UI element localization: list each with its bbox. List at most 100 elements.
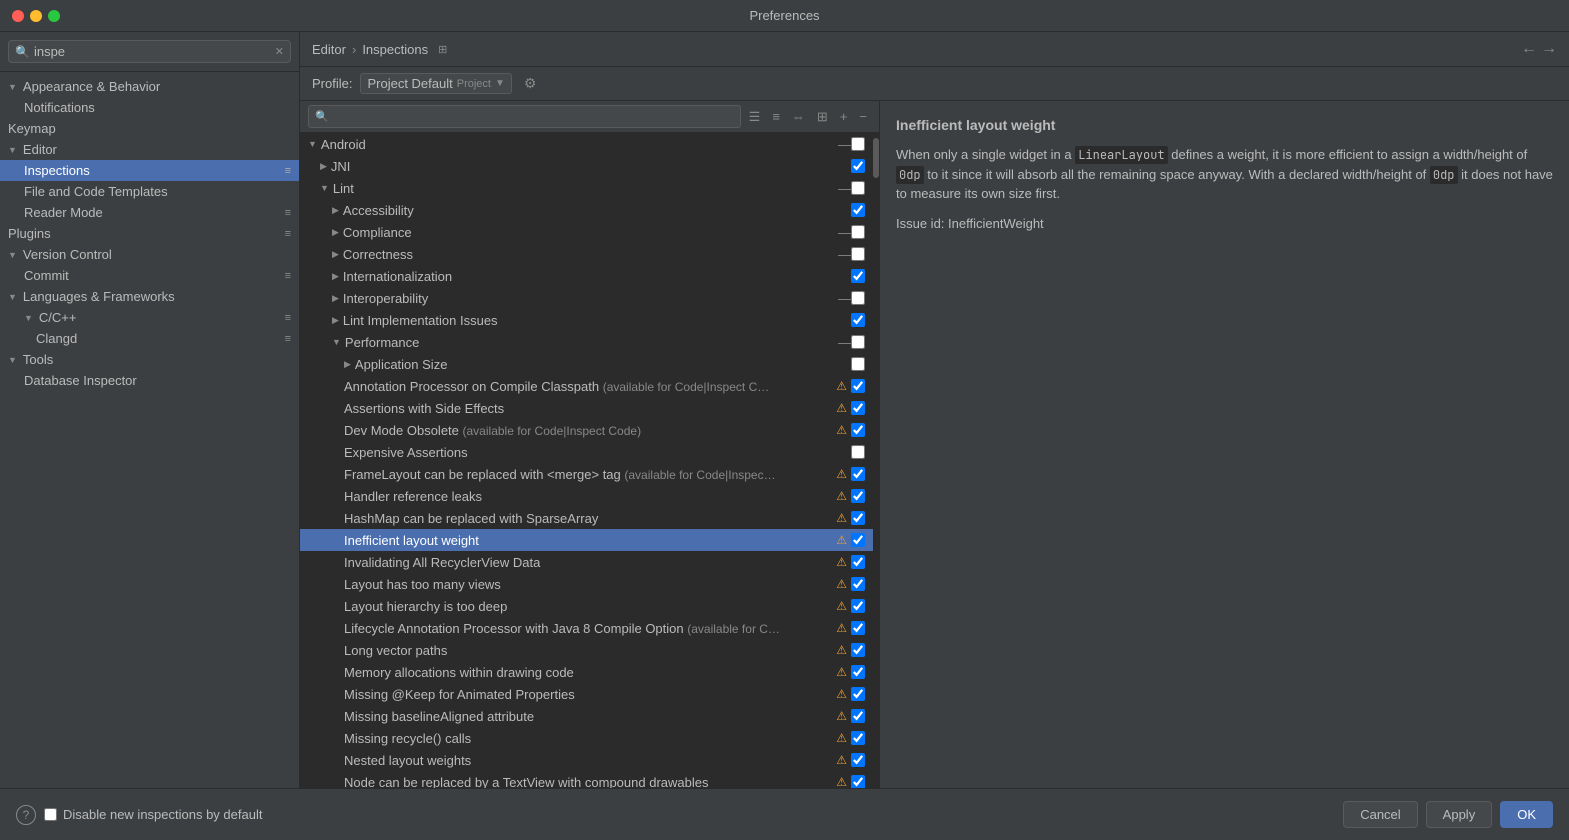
insp-checkbox[interactable]	[851, 489, 865, 503]
group-checkbox-i18n[interactable]	[851, 269, 865, 283]
insp-checkbox[interactable]	[851, 665, 865, 679]
group-checkbox-app-size[interactable]	[851, 357, 865, 371]
insp-checkbox[interactable]	[851, 423, 865, 437]
group-button[interactable]: ⊞	[813, 107, 832, 127]
ok-button[interactable]: OK	[1500, 801, 1553, 828]
clear-icon[interactable]: ✕	[275, 45, 284, 58]
insp-row-memory-alloc[interactable]: Memory allocations within drawing code ⚠	[300, 661, 873, 683]
group-performance[interactable]: ▼ Performance —	[300, 331, 873, 353]
group-checkbox-compliance[interactable]	[851, 225, 865, 239]
insp-checkbox[interactable]	[851, 577, 865, 591]
insp-row-expensive-assertions[interactable]: Expensive Assertions	[300, 441, 873, 463]
remove-button[interactable]: −	[855, 107, 871, 126]
sidebar-item-inspections[interactable]: Inspections ≡	[0, 160, 299, 181]
sidebar-item-plugins[interactable]: Plugins ≡	[0, 223, 299, 244]
insp-row-assertions[interactable]: Assertions with Side Effects ⚠	[300, 397, 873, 419]
disable-new-inspections-checkbox[interactable]	[44, 808, 57, 821]
group-accessibility[interactable]: ▶ Accessibility	[300, 199, 873, 221]
group-correctness[interactable]: ▶ Correctness —	[300, 243, 873, 265]
insp-checkbox[interactable]	[851, 467, 865, 481]
group-android[interactable]: ▼ Android —	[300, 133, 873, 155]
group-checkbox-correctness[interactable]	[851, 247, 865, 261]
insp-checkbox[interactable]	[851, 753, 865, 767]
insp-checkbox[interactable]	[851, 511, 865, 525]
insp-row-missing-keep[interactable]: Missing @Keep for Animated Properties ⚠	[300, 683, 873, 705]
insp-row-missing-recycle[interactable]: Missing recycle() calls ⚠	[300, 727, 873, 749]
insp-row-annot-proc[interactable]: Annotation Processor on Compile Classpat…	[300, 375, 873, 397]
group-checkbox-performance[interactable]	[851, 335, 865, 349]
sidebar-item-languages-frameworks[interactable]: ▼ Languages & Frameworks	[0, 286, 299, 307]
filter-button[interactable]: ☰	[745, 107, 765, 127]
cancel-button[interactable]: Cancel	[1343, 801, 1417, 828]
scrollbar[interactable]	[873, 133, 879, 840]
insp-checkbox[interactable]	[851, 599, 865, 613]
insp-row-long-vector[interactable]: Long vector paths ⚠	[300, 639, 873, 661]
group-checkbox-interop[interactable]	[851, 291, 865, 305]
insp-checkbox[interactable]	[851, 379, 865, 393]
sidebar-item-file-code-templates[interactable]: File and Code Templates	[0, 181, 299, 202]
insp-checkbox[interactable]	[851, 621, 865, 635]
profile-settings-button[interactable]: ⚙	[520, 73, 541, 94]
insp-checkbox[interactable]	[851, 731, 865, 745]
insp-row-framelayout[interactable]: FrameLayout can be replaced with <merge>…	[300, 463, 873, 485]
group-i18n[interactable]: ▶ Internationalization	[300, 265, 873, 287]
insp-row-nested-layout[interactable]: Nested layout weights ⚠	[300, 749, 873, 771]
group-lint-impl[interactable]: ▶ Lint Implementation Issues	[300, 309, 873, 331]
group-checkbox-jni[interactable]	[851, 159, 865, 173]
apply-button[interactable]: Apply	[1426, 801, 1493, 828]
sidebar-item-clangd[interactable]: Clangd ≡	[0, 328, 299, 349]
sidebar-item-tools[interactable]: ▼ Tools	[0, 349, 299, 370]
inspections-search[interactable]: 🔍	[308, 105, 741, 128]
sidebar-search-input[interactable]	[34, 44, 271, 59]
inspections-scroll-area[interactable]: ▼ Android — ▶ JNI	[300, 133, 873, 840]
insp-checkbox[interactable]	[851, 445, 865, 459]
insp-checkbox[interactable]	[851, 709, 865, 723]
insp-row-hashmap[interactable]: HashMap can be replaced with SparseArray…	[300, 507, 873, 529]
insp-checkbox[interactable]	[851, 401, 865, 415]
sidebar-item-version-control[interactable]: ▼ Version Control	[0, 244, 299, 265]
insp-row-layout-views[interactable]: Layout has too many views ⚠	[300, 573, 873, 595]
insp-checkbox[interactable]	[851, 687, 865, 701]
sidebar-item-editor[interactable]: ▼ Editor	[0, 139, 299, 160]
collapse-button[interactable]: ⇔	[788, 107, 809, 126]
search-wrapper[interactable]: 🔍 ✕	[8, 40, 291, 63]
sidebar-item-notifications[interactable]: Notifications	[0, 97, 299, 118]
sidebar-item-reader-mode[interactable]: Reader Mode ≡	[0, 202, 299, 223]
insp-checkbox[interactable]	[851, 555, 865, 569]
help-icon[interactable]: ?	[16, 805, 36, 825]
group-compliance[interactable]: ▶ Compliance —	[300, 221, 873, 243]
group-checkbox-lint[interactable]	[851, 181, 865, 195]
insp-row-lifecycle-annot[interactable]: Lifecycle Annotation Processor with Java…	[300, 617, 873, 639]
maximize-button[interactable]	[48, 10, 60, 22]
sidebar-item-keymap[interactable]: Keymap	[0, 118, 299, 139]
sidebar-item-commit[interactable]: Commit ≡	[0, 265, 299, 286]
insp-row-dev-mode[interactable]: Dev Mode Obsolete (available for Code|In…	[300, 419, 873, 441]
sidebar-item-database-inspector[interactable]: Database Inspector	[0, 370, 299, 391]
sidebar-item-appearance[interactable]: ▼ Appearance & Behavior	[0, 76, 299, 97]
insp-checkbox[interactable]	[851, 775, 865, 789]
group-jni[interactable]: ▶ JNI	[300, 155, 873, 177]
insp-row-handler-leaks[interactable]: Handler reference leaks ⚠	[300, 485, 873, 507]
profile-select-dropdown[interactable]: Project Default Project ▼	[360, 73, 511, 94]
pinned-icon[interactable]: ⊞	[438, 43, 447, 56]
close-button[interactable]	[12, 10, 24, 22]
insp-checkbox[interactable]	[851, 643, 865, 657]
minimize-button[interactable]	[30, 10, 42, 22]
expand-all-button[interactable]: ≡	[768, 107, 784, 126]
group-lint[interactable]: ▼ Lint —	[300, 177, 873, 199]
group-checkbox-accessibility[interactable]	[851, 203, 865, 217]
nav-back-button[interactable]: ←	[1521, 40, 1537, 58]
add-button[interactable]: +	[836, 107, 852, 126]
scroll-thumb[interactable]	[873, 138, 879, 178]
insp-row-missing-baseline[interactable]: Missing baselineAligned attribute ⚠	[300, 705, 873, 727]
group-interop[interactable]: ▶ Interoperability —	[300, 287, 873, 309]
sidebar-item-cpp[interactable]: ▼ C/C++ ≡	[0, 307, 299, 328]
insp-row-invalidating-rv[interactable]: Invalidating All RecyclerView Data ⚠	[300, 551, 873, 573]
insp-row-layout-hierarchy[interactable]: Layout hierarchy is too deep ⚠	[300, 595, 873, 617]
group-app-size[interactable]: ▶ Application Size	[300, 353, 873, 375]
insp-row-inefficient-layout[interactable]: Inefficient layout weight ⚠	[300, 529, 873, 551]
group-checkbox[interactable]	[851, 137, 865, 151]
group-checkbox-lint-impl[interactable]	[851, 313, 865, 327]
inspections-search-input[interactable]	[333, 109, 734, 124]
insp-checkbox[interactable]	[851, 533, 865, 547]
